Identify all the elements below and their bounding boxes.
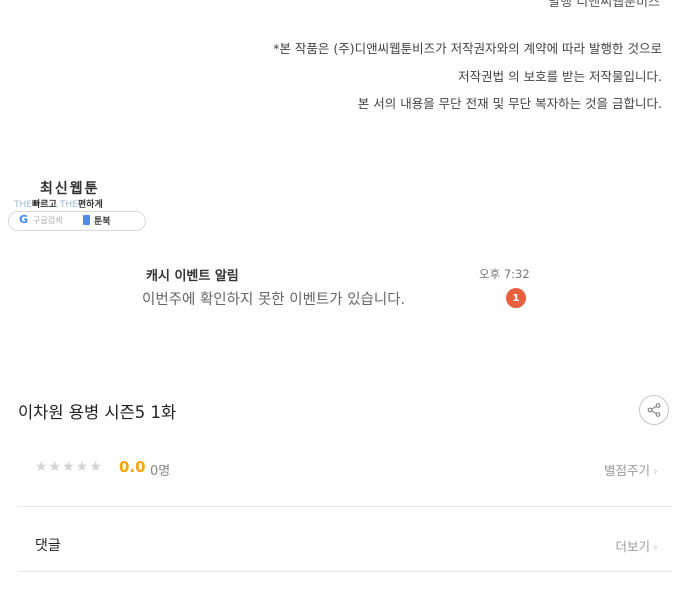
banner-slogan: THE빠르고 THE편하게 (14, 197, 103, 210)
publisher-text: 발행 디앤씨웹툰비즈 (548, 0, 660, 10)
copyright-line-3: 본 서의 내용을 무단 전재 및 무단 복자하는 것을 금합니다. (357, 96, 662, 111)
slogan-the-2: THE (59, 200, 78, 210)
notification-message[interactable]: 이번주에 확인하지 못한 이벤트가 있습니다. (142, 288, 405, 309)
book-label: 툰북 (94, 217, 111, 227)
episode-title: 이차원 용병 시즌5 1화 (18, 403, 177, 422)
promo-banner[interactable]: 최신웹툰 THE빠르고 THE편하게 G 구글검색 툰북 (8, 178, 148, 233)
rate-button[interactable]: 별점주기 › (604, 460, 658, 479)
chevron-right-icon: › (653, 539, 658, 554)
comments-more-button[interactable]: 더보기 › (615, 536, 658, 555)
share-button[interactable] (639, 395, 669, 425)
slogan-word-1: 빠르고 (31, 200, 57, 210)
more-label: 더보기 (615, 539, 650, 554)
book-icon (83, 215, 90, 225)
banner-search-pill[interactable]: G 구글검색 툰북 (8, 211, 146, 231)
divider (18, 506, 672, 507)
copyright-line-2: 저작권법 의 보호를 받는 저작물입니다. (458, 69, 662, 84)
notification-badge: 1 (506, 288, 526, 308)
comments-label: 댓글 (35, 538, 61, 554)
search-label: 구글검색 (33, 216, 63, 225)
slogan-the-1: THE (14, 200, 32, 210)
rating-value: 0.0 (119, 458, 146, 476)
rating-count: 0명 (150, 464, 171, 479)
rate-label: 별점주기 (603, 463, 650, 478)
slogan-word-2: 편하게 (77, 200, 103, 210)
chevron-right-icon: › (653, 463, 658, 478)
notification-time: 오후 7:32 (479, 267, 530, 281)
notification-title: 캐시 이벤트 알림 (146, 269, 239, 284)
copyright-line-1: *본 작품은 (주)디앤씨웹툰비즈가 저작권자와의 계약에 따라 발행한 것으로 (273, 41, 662, 56)
share-icon (647, 403, 661, 417)
google-icon: G (19, 213, 29, 226)
banner-title: 최신웹툰 (40, 181, 100, 197)
divider (18, 571, 672, 572)
rating-stars: ★★★★★ (35, 459, 103, 475)
